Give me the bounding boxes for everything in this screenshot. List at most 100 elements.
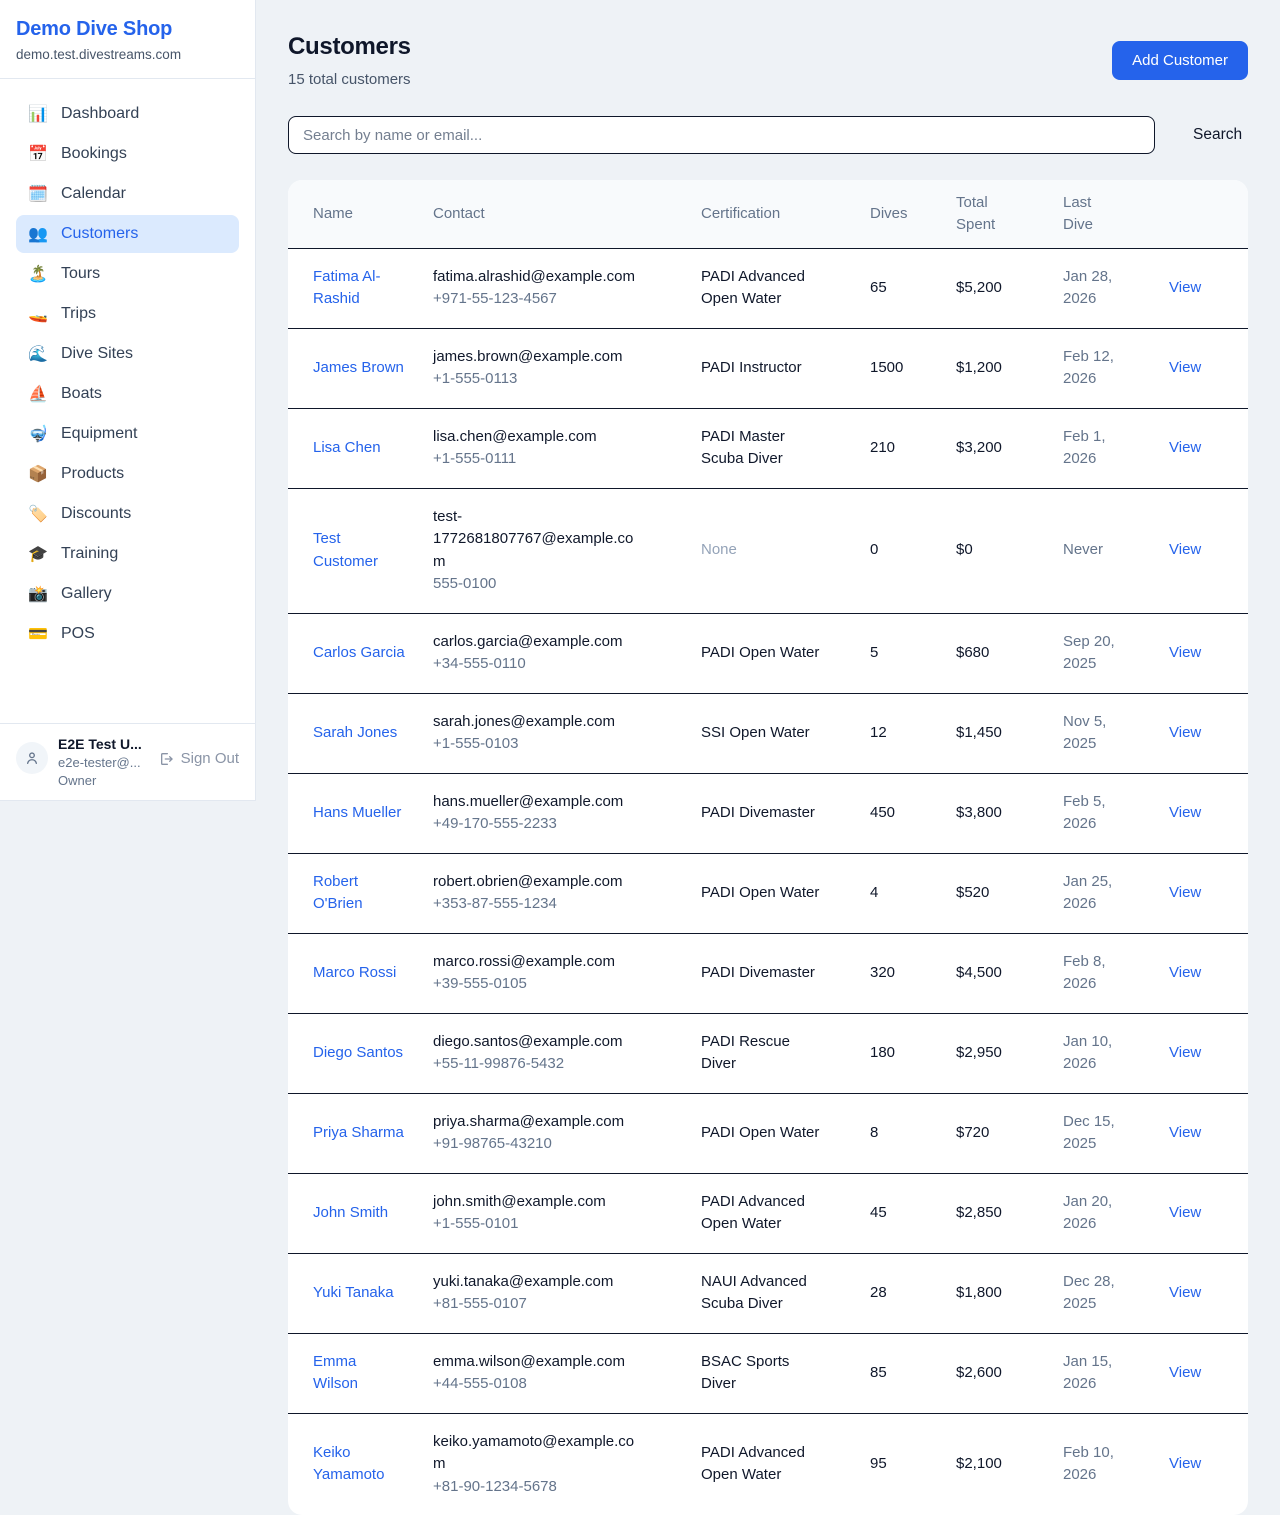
customer-name-link[interactable]: Keiko Yamamoto xyxy=(313,1442,405,1487)
customer-name-link[interactable]: Priya Sharma xyxy=(313,1122,404,1145)
customer-phone: +81-555-0107 xyxy=(433,1293,693,1316)
sidebar-item-gallery[interactable]: 📸 Gallery xyxy=(16,575,239,613)
view-link[interactable]: View xyxy=(1169,279,1201,296)
sidebar-item-dashboard[interactable]: 📊 Dashboard xyxy=(16,95,239,133)
customer-name-link[interactable]: Yuki Tanaka xyxy=(313,1282,394,1305)
table-row: John Smith john.smith@example.com +1-555… xyxy=(288,1173,1248,1253)
customer-dives: 8 xyxy=(870,1124,878,1141)
table-row: Yuki Tanaka yuki.tanaka@example.com +81-… xyxy=(288,1253,1248,1333)
customer-total-spent: $1,800 xyxy=(956,1284,1002,1301)
customer-phone: +971-55-123-4567 xyxy=(433,288,693,311)
sidebar-item-customers[interactable]: 👥 Customers xyxy=(16,215,239,253)
customer-certification: PADI Advanced Open Water xyxy=(701,266,823,311)
sign-out-button[interactable]: Sign Out xyxy=(158,750,239,767)
view-link[interactable]: View xyxy=(1169,964,1201,981)
sidebar-item-discounts[interactable]: 🏷️ Discounts xyxy=(16,495,239,533)
sidebar-item-pos[interactable]: 💳 POS xyxy=(16,615,239,653)
sidebar-item-bookings[interactable]: 📅 Bookings xyxy=(16,135,239,173)
table-row: Lisa Chen lisa.chen@example.com +1-555-0… xyxy=(288,408,1248,488)
sidebar-item-calendar[interactable]: 🗓️ Calendar xyxy=(16,175,239,213)
view-link[interactable]: View xyxy=(1169,724,1201,741)
customer-dives: 65 xyxy=(870,279,887,296)
sidebar-item-dive-sites[interactable]: 🌊 Dive Sites xyxy=(16,335,239,373)
table-row: Diego Santos diego.santos@example.com +5… xyxy=(288,1013,1248,1093)
view-link[interactable]: View xyxy=(1169,1124,1201,1141)
view-link[interactable]: View xyxy=(1169,1204,1201,1221)
view-link[interactable]: View xyxy=(1169,1044,1201,1061)
column-header-certification: Certification xyxy=(701,180,870,248)
customer-dives: 5 xyxy=(870,644,878,661)
customer-name-link[interactable]: Test Customer xyxy=(313,528,405,573)
customer-email: marco.rossi@example.com xyxy=(433,951,645,974)
customer-phone: +1-555-0101 xyxy=(433,1213,693,1236)
customer-total-spent: $1,450 xyxy=(956,724,1002,741)
view-link[interactable]: View xyxy=(1169,359,1201,376)
view-link[interactable]: View xyxy=(1169,804,1201,821)
customer-phone: +44-555-0108 xyxy=(433,1373,693,1396)
customer-name-link[interactable]: Diego Santos xyxy=(313,1042,403,1065)
view-link[interactable]: View xyxy=(1169,439,1201,456)
customer-total-spent: $4,500 xyxy=(956,964,1002,981)
customer-name-link[interactable]: Emma Wilson xyxy=(313,1351,405,1396)
sidebar-item-equipment[interactable]: 🤿 Equipment xyxy=(16,415,239,453)
customer-email: yuki.tanaka@example.com xyxy=(433,1271,645,1294)
table-header-row: Name Contact Certification Dives Total S… xyxy=(288,180,1248,248)
view-link[interactable]: View xyxy=(1169,884,1201,901)
customer-email: priya.sharma@example.com xyxy=(433,1111,645,1134)
user-meta: E2E Test U... e2e-tester@... Owner xyxy=(58,736,148,788)
column-header-total-spent: Total Spent xyxy=(956,180,1063,248)
search-input[interactable] xyxy=(288,116,1155,154)
customer-name-link[interactable]: Marco Rossi xyxy=(313,962,396,985)
customer-phone: +39-555-0105 xyxy=(433,973,693,996)
customer-name-link[interactable]: John Smith xyxy=(313,1202,388,1225)
add-customer-button[interactable]: Add Customer xyxy=(1112,41,1248,80)
customer-certification: PADI Divemaster xyxy=(701,802,815,825)
customer-email: diego.santos@example.com xyxy=(433,1031,645,1054)
customer-total-spent: $2,100 xyxy=(956,1455,1002,1472)
customer-name-link[interactable]: Lisa Chen xyxy=(313,437,381,460)
sidebar-item-tours[interactable]: 🏝️ Tours xyxy=(16,255,239,293)
customer-dives: 4 xyxy=(870,884,878,901)
sidebar-item-trips[interactable]: 🚤 Trips xyxy=(16,295,239,333)
user-section: E2E Test U... e2e-tester@... Owner Sign … xyxy=(0,723,255,800)
customer-name-link[interactable]: James Brown xyxy=(313,357,404,380)
customer-name-link[interactable]: Fatima Al-Rashid xyxy=(313,266,405,311)
customer-name-link[interactable]: Robert O'Brien xyxy=(313,871,405,916)
customer-total-spent: $2,600 xyxy=(956,1364,1002,1381)
customer-certification: None xyxy=(701,539,737,562)
avatar xyxy=(16,742,48,774)
view-link[interactable]: View xyxy=(1169,644,1201,661)
sidebar-item-products[interactable]: 📦 Products xyxy=(16,455,239,493)
table-row: Test Customer test-1772681807767@example… xyxy=(288,488,1248,613)
table-row: James Brown james.brown@example.com +1-5… xyxy=(288,328,1248,408)
customer-last-dive: Dec 28, 2025 xyxy=(1063,1271,1127,1316)
sidebar-item-training[interactable]: 🎓 Training xyxy=(16,535,239,573)
customer-total-spent: $3,800 xyxy=(956,804,1002,821)
search-button[interactable]: Search xyxy=(1193,126,1242,144)
sidebar: Demo Dive Shop demo.test.divestreams.com… xyxy=(0,0,256,801)
view-link[interactable]: View xyxy=(1169,1455,1201,1472)
column-header-dives: Dives xyxy=(870,180,956,248)
customer-last-dive: Feb 12, 2026 xyxy=(1063,346,1127,391)
table-row: Fatima Al-Rashid fatima.alrashid@example… xyxy=(288,248,1248,328)
table-row: Hans Mueller hans.mueller@example.com +4… xyxy=(288,773,1248,853)
shop-name: Demo Dive Shop xyxy=(16,18,239,41)
view-link[interactable]: View xyxy=(1169,541,1201,558)
user-role: Owner xyxy=(58,773,148,788)
customer-last-dive: Jan 15, 2026 xyxy=(1063,1351,1127,1396)
customer-last-dive: Feb 8, 2026 xyxy=(1063,951,1127,996)
sign-out-label: Sign Out xyxy=(181,750,239,767)
customer-name-link[interactable]: Carlos Garcia xyxy=(313,642,405,665)
sidebar-item-boats[interactable]: ⛵ Boats xyxy=(16,375,239,413)
customer-name-link[interactable]: Sarah Jones xyxy=(313,722,397,745)
main-content: Customers 15 total customers Add Custome… xyxy=(288,0,1248,1515)
customer-last-dive: Feb 5, 2026 xyxy=(1063,791,1127,836)
customer-certification: PADI Instructor xyxy=(701,357,802,380)
customer-email: james.brown@example.com xyxy=(433,346,645,369)
customer-certification: NAUI Advanced Scuba Diver xyxy=(701,1271,823,1316)
customer-phone: +34-555-0110 xyxy=(433,653,693,676)
customer-name-link[interactable]: Hans Mueller xyxy=(313,802,401,825)
view-link[interactable]: View xyxy=(1169,1284,1201,1301)
customer-total-spent: $680 xyxy=(956,644,989,661)
view-link[interactable]: View xyxy=(1169,1364,1201,1381)
